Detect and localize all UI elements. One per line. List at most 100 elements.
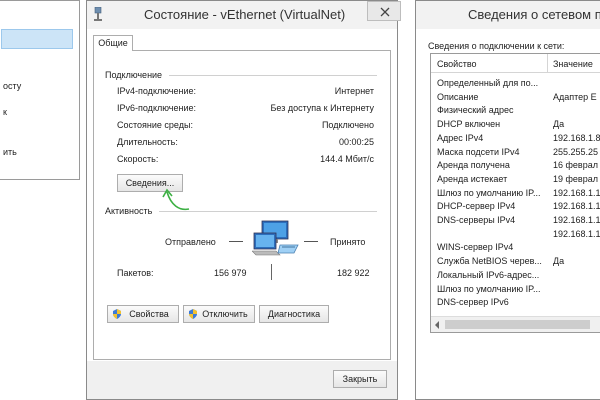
- menu-item-label: ить: [3, 147, 17, 157]
- property-cell: Физический адрес: [437, 105, 514, 115]
- value-cell: 192.168.1.1: [553, 229, 600, 239]
- column-header-property[interactable]: Свойство: [437, 59, 477, 69]
- activity-separator: [159, 211, 377, 212]
- table-row[interactable]: Аренда истекает 19 феврал: [431, 174, 600, 187]
- properties-button[interactable]: Свойства: [107, 305, 179, 323]
- close-button-label: Закрыть: [342, 374, 378, 384]
- property-cell: Служба NetBIOS черев...: [437, 256, 542, 266]
- status-titlebar: Состояние - vEthernet (VirtualNet): [87, 1, 401, 29]
- diagnose-button-label: Диагностика: [267, 309, 321, 319]
- status-close-window-button[interactable]: [367, 1, 401, 21]
- table-row[interactable]: Шлюз по умолчанию IP...: [431, 284, 600, 297]
- connection-row-value: Интернет: [334, 86, 374, 96]
- scroll-left-icon[interactable]: [434, 321, 440, 329]
- menu-item-label: к: [3, 107, 7, 117]
- tab-general[interactable]: Общие: [93, 35, 133, 51]
- network-icon: [93, 6, 103, 23]
- property-cell: WINS-сервер IPv4: [437, 242, 514, 252]
- column-header-value[interactable]: Значение: [553, 59, 593, 69]
- table-row[interactable]: Определенный для по...: [431, 78, 600, 91]
- table-row[interactable]: Служба NetBIOS черев... Да: [431, 256, 600, 269]
- connection-row-value: 144.4 Мбит/с: [320, 154, 374, 164]
- connection-row-label: Состояние среды:: [117, 120, 193, 130]
- value-cell: 192.168.1.8: [553, 133, 600, 143]
- details-window-title: Сведения о сетевом п: [468, 7, 600, 22]
- connection-row-value: Подключено: [321, 120, 374, 130]
- list-header: Свойство Значение: [431, 54, 600, 73]
- details-window: Сведения о сетевом п Сведения о подключе…: [415, 0, 600, 400]
- scrollbar-thumb[interactable]: [445, 320, 590, 329]
- connection-separator: [169, 75, 377, 76]
- table-row[interactable]: Локальный IPv6-адрес...: [431, 270, 600, 283]
- disable-button-label: Отключить: [202, 309, 248, 319]
- left-background-window: осту к ить: [0, 0, 80, 180]
- details-subtitle: Сведения о подключении к сети:: [428, 41, 565, 51]
- value-cell: Да: [553, 256, 565, 266]
- table-row[interactable]: Маска подсети IPv4 255.255.25: [431, 147, 600, 160]
- value-cell: Да: [553, 119, 565, 129]
- value-cell: 192.168.1.1: [553, 201, 600, 211]
- property-cell: Описание: [437, 92, 479, 102]
- diagnose-button[interactable]: Диагностика: [259, 305, 329, 323]
- value-cell: 192.168.1.1: [553, 215, 600, 225]
- close-icon: [380, 7, 390, 17]
- connection-row-label: IPv4-подключение:: [117, 86, 196, 96]
- tab-label: Общие: [98, 38, 128, 48]
- property-cell: DNS-сервер IPv6: [437, 297, 509, 307]
- value-cell: Адаптер Е: [553, 92, 597, 102]
- value-cell: 255.255.25: [553, 147, 599, 157]
- property-cell: Шлюз по умолчанию IP...: [437, 188, 541, 198]
- menu-item-properties[interactable]: осту: [3, 81, 21, 91]
- connection-row-label: Скорость:: [117, 154, 159, 164]
- connection-row-value: 00:00:25: [338, 137, 374, 147]
- value-cell: 192.168.1.1: [553, 188, 600, 198]
- table-row[interactable]: Описание Адаптер Е: [431, 92, 600, 105]
- shield-icon: [113, 309, 121, 319]
- value-cell: 16 феврал: [553, 160, 598, 170]
- activity-group-header: Активность: [105, 206, 153, 216]
- disable-button[interactable]: Отключить: [183, 305, 255, 323]
- menu-item-delete[interactable]: ить: [3, 147, 17, 157]
- table-row[interactable]: 192.168.1.1: [431, 229, 600, 242]
- connection-group-header: Подключение: [105, 70, 163, 80]
- connection-row-label: Длительность:: [117, 137, 178, 147]
- table-row[interactable]: Адрес IPv4 192.168.1.8: [431, 133, 600, 146]
- table-row[interactable]: DNS-сервер IPv6: [431, 297, 600, 310]
- details-titlebar: Сведения о сетевом п: [416, 1, 600, 29]
- menu-item-label: осту: [3, 81, 22, 91]
- details-list-view[interactable]: Свойство Значение Определенный для по...…: [430, 53, 600, 333]
- packets-sent-value: 156 979: [214, 268, 247, 278]
- property-cell: Определенный для по...: [437, 78, 539, 88]
- value-cell: 19 феврал: [553, 174, 598, 184]
- property-cell: Локальный IPv6-адрес...: [437, 270, 540, 280]
- horizontal-scrollbar[interactable]: [431, 316, 600, 332]
- table-row[interactable]: WINS-сервер IPv4: [431, 242, 600, 255]
- connection-row-label: IPv6-подключение:: [117, 103, 196, 113]
- table-row[interactable]: DHCP-сервер IPv4 192.168.1.1: [431, 201, 600, 214]
- property-cell: DNS-серверы IPv4: [437, 215, 516, 225]
- received-dash: [304, 241, 318, 242]
- packets-received-value: 182 922: [337, 268, 370, 278]
- table-row[interactable]: Аренда получена 16 феврал: [431, 160, 600, 173]
- status-window: Состояние - vEthernet (VirtualNet) Общие…: [86, 0, 401, 400]
- received-label: Принято: [330, 237, 366, 247]
- column-divider[interactable]: [547, 54, 548, 72]
- sent-dash: [229, 241, 243, 242]
- property-cell: DHCP включен: [437, 119, 501, 129]
- property-cell: Аренда истекает: [437, 174, 508, 184]
- close-button[interactable]: Закрыть: [333, 370, 387, 388]
- status-window-title: Состояние - vEthernet (VirtualNet): [144, 7, 346, 22]
- property-cell: Адрес IPv4: [437, 133, 484, 143]
- property-cell: Маска подсети IPv4: [437, 147, 520, 157]
- connection-row-value: Без доступа к Интернету: [270, 103, 374, 113]
- menu-item-highlight[interactable]: [1, 29, 73, 49]
- property-cell: Аренда получена: [437, 160, 510, 170]
- table-row[interactable]: Шлюз по умолчанию IP... 192.168.1.1: [431, 188, 600, 201]
- table-row[interactable]: DHCP включен Да: [431, 119, 600, 132]
- menu-item-shortcut[interactable]: к: [3, 107, 7, 117]
- table-row[interactable]: DNS-серверы IPv4 192.168.1.1: [431, 215, 600, 228]
- table-row[interactable]: Физический адрес: [431, 105, 600, 118]
- packets-label: Пакетов:: [117, 268, 154, 278]
- icon-divider-line: [271, 264, 272, 280]
- shield-icon: [189, 309, 197, 319]
